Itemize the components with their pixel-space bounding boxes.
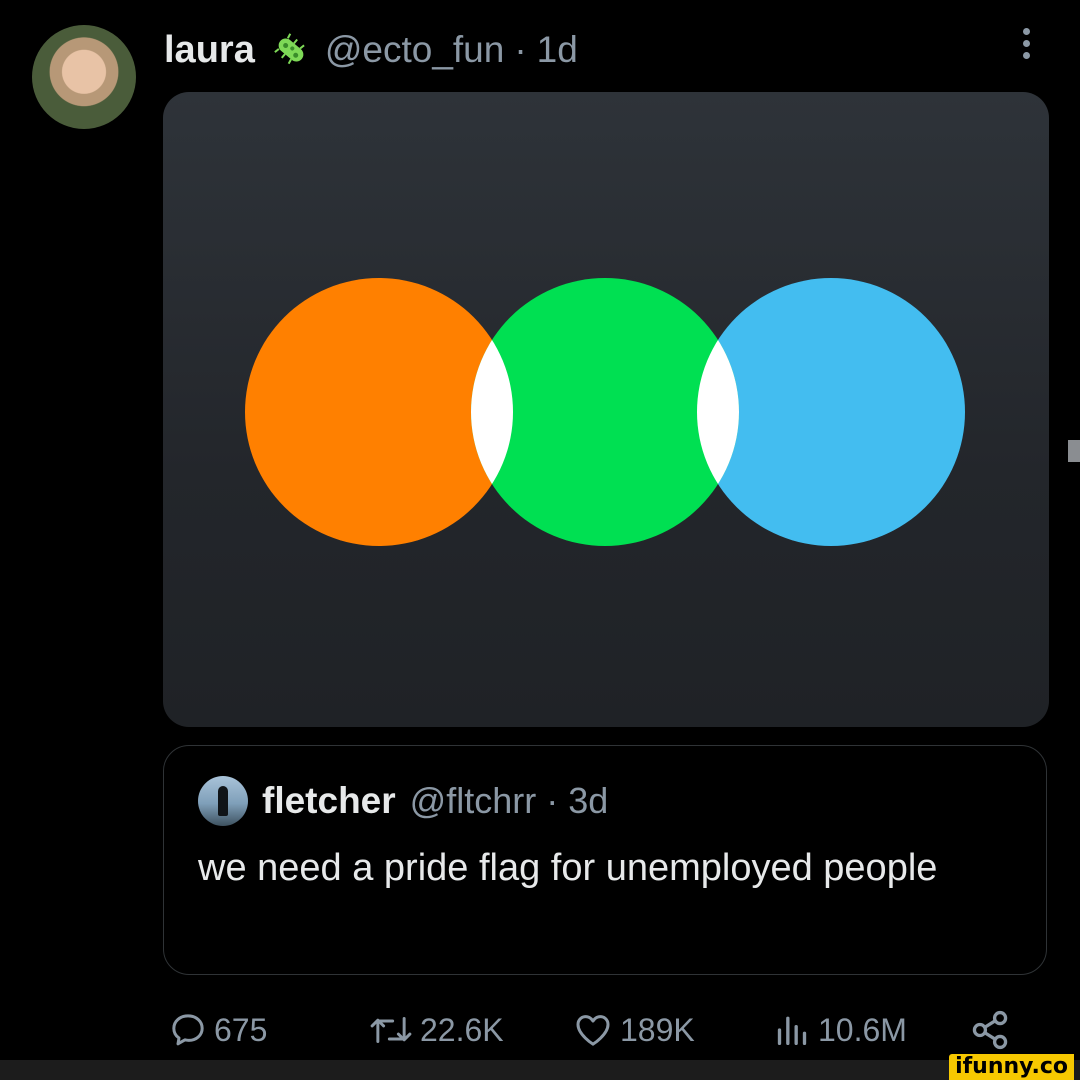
share-icon <box>972 1010 1008 1050</box>
bacteria-icon <box>269 28 313 72</box>
author-name[interactable]: laura <box>164 29 255 72</box>
like-button[interactable]: 189K <box>572 1005 695 1055</box>
quoted-text: we need a pride flag for unemployed peop… <box>198 847 938 889</box>
quoted-post[interactable]: fletcher @fltchrr · 3d we need a pride f… <box>163 745 1047 975</box>
views-chart-icon <box>777 1016 807 1045</box>
repost-count: 22.6K <box>420 1011 504 1048</box>
share-button[interactable] <box>968 1005 1012 1055</box>
reply-count: 675 <box>214 1011 268 1048</box>
quoted-separator-dot: · <box>546 780 559 821</box>
watermark: ifunny.co <box>949 1054 1074 1080</box>
repost-icon <box>370 1017 412 1043</box>
author-handle[interactable]: @ecto_fun <box>325 29 505 71</box>
post-age[interactable]: 1d <box>537 29 578 71</box>
like-count: 189K <box>620 1011 695 1048</box>
quoted-post-age[interactable]: 3d <box>568 780 608 822</box>
author-avatar[interactable] <box>32 25 136 129</box>
more-options-icon[interactable] <box>1012 28 1040 68</box>
heart-icon <box>576 1015 610 1046</box>
views-button[interactable]: 10.6M <box>772 1005 907 1055</box>
views-count: 10.6M <box>818 1011 907 1048</box>
quoted-author-avatar[interactable] <box>198 776 248 826</box>
quoted-author-name[interactable]: fletcher <box>262 780 396 822</box>
quoted-header: fletcher @fltchrr · 3d <box>198 776 608 826</box>
post-image[interactable] <box>163 92 1049 727</box>
quoted-author-handle[interactable]: @fltchrr <box>410 780 537 822</box>
reply-icon <box>172 1014 204 1046</box>
separator-dot: · <box>514 29 527 70</box>
bottom-bar <box>0 1060 1080 1080</box>
post-header: laura @ecto_fun · 1d <box>164 26 578 74</box>
action-bar: 675 22.6K 189K 10.6M <box>168 1005 1048 1055</box>
overlapping-circles-image <box>245 278 965 546</box>
edge-marker <box>1068 440 1080 462</box>
reply-button[interactable]: 675 <box>168 1005 267 1055</box>
repost-button[interactable]: 22.6K <box>368 1005 504 1055</box>
